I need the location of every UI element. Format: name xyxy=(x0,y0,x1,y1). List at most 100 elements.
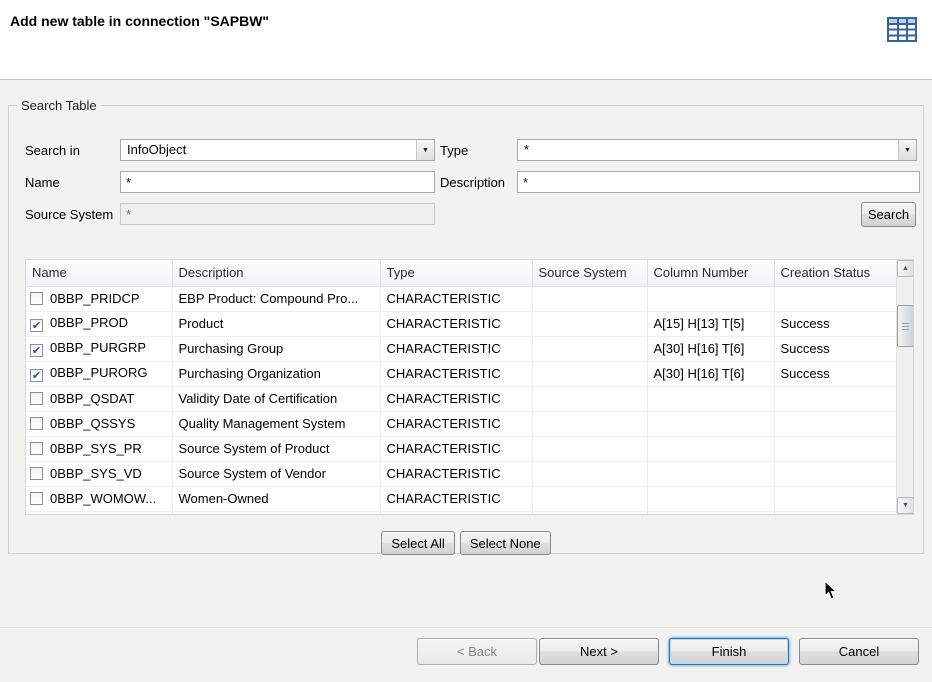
row-checkbox[interactable] xyxy=(30,417,43,430)
row-type: CHARACTERISTIC xyxy=(380,386,532,411)
row-source-system xyxy=(532,336,647,361)
row-name: 0BBP_WOMOW... xyxy=(50,491,156,506)
selection-buttons: Select All Select None xyxy=(9,531,923,555)
table-row[interactable]: ✔0BBP_PURGRP Purchasing Group CHARACTERI… xyxy=(26,336,896,361)
column-header-source-system[interactable]: Source System xyxy=(532,260,647,286)
row-column-number xyxy=(647,386,774,411)
row-checkbox[interactable] xyxy=(30,392,43,405)
finish-button[interactable]: Finish xyxy=(669,638,789,665)
column-header-description[interactable]: Description xyxy=(172,260,380,286)
column-header-creation-status[interactable]: Creation Status xyxy=(774,260,896,286)
row-checkbox[interactable]: ✔ xyxy=(30,369,43,382)
search-table-group: Search Table Search in InfoObject ▼ Type… xyxy=(8,98,924,554)
row-name: 0BBP_SYS_PR xyxy=(50,441,142,456)
table-row[interactable]: 0BBP_QSDAT Validity Date of Certificatio… xyxy=(26,386,896,411)
row-column-number: A[15] H[13] T[5] xyxy=(647,311,774,336)
row-name: 0BBP_SYS_VD xyxy=(50,466,142,481)
table-row[interactable]: ✔ 0BBP_PROD Product CHARACTERISTIC A[15] … xyxy=(26,311,896,336)
row-description: Product xyxy=(172,311,380,336)
table-row[interactable]: 0BBP_WOMOW... Women-Owned CHARACTERISTIC xyxy=(26,486,896,511)
table-row[interactable]: ✔ 0BBP_PURORG Purchasing Organization CHA… xyxy=(26,361,896,386)
row-source-system xyxy=(532,511,647,514)
row-checkbox[interactable] xyxy=(30,292,43,305)
search-button[interactable]: Search xyxy=(861,202,916,227)
table-row[interactable]: 0BBP_SYS_PR Source System of Product CHA… xyxy=(26,436,896,461)
row-creation-status xyxy=(774,436,896,461)
column-header-name[interactable]: Name xyxy=(26,260,172,286)
cancel-button[interactable]: Cancel xyxy=(799,638,919,665)
name-input[interactable] xyxy=(120,171,435,193)
scroll-up-icon[interactable]: ▲ xyxy=(897,260,914,277)
row-source-system xyxy=(532,411,647,436)
scrollbar-thumb[interactable] xyxy=(897,305,914,347)
search-in-label: Search in xyxy=(25,143,80,158)
row-checkbox[interactable] xyxy=(30,492,43,505)
row-creation-status: Success xyxy=(774,311,896,336)
table-row[interactable]: 0BBP_SYS_VD Source System of Vendor CHAR… xyxy=(26,461,896,486)
dialog-header: Add new table in connection "SAPBW" xyxy=(0,0,932,80)
chevron-down-icon[interactable]: ▼ xyxy=(898,140,916,160)
table-header-row: Name Description Type Source System Colu… xyxy=(26,260,896,286)
row-checkbox[interactable] xyxy=(30,467,43,480)
row-description xyxy=(172,511,380,514)
row-creation-status: Success xyxy=(774,336,896,361)
row-source-system xyxy=(532,486,647,511)
chevron-down-icon[interactable]: ▼ xyxy=(416,140,434,160)
row-column-number xyxy=(647,511,774,514)
table-row[interactable]: 0BBP_PRIDCP EBP Product: Compound Pro...… xyxy=(26,286,896,311)
row-column-number xyxy=(647,436,774,461)
description-label: Description xyxy=(440,175,505,190)
row-checkbox[interactable]: ✔ xyxy=(30,344,43,357)
row-creation-status xyxy=(774,286,896,311)
table-row[interactable] xyxy=(26,511,896,514)
row-source-system xyxy=(532,386,647,411)
row-description: Source System of Vendor xyxy=(172,461,380,486)
row-name: 0BBP_PURORG xyxy=(50,365,148,380)
row-description: Purchasing Group xyxy=(172,336,380,361)
search-in-dropdown[interactable]: InfoObject ▼ xyxy=(120,139,435,161)
select-all-button[interactable]: Select All xyxy=(381,531,454,555)
row-checkbox[interactable]: ✔ xyxy=(30,319,43,332)
vertical-scrollbar[interactable]: ▲ ▼ xyxy=(896,260,913,514)
footer-separator xyxy=(0,627,932,628)
row-name: 0BBP_PROD xyxy=(50,315,128,330)
column-header-type[interactable]: Type xyxy=(380,260,532,286)
row-type: CHARACTERISTIC xyxy=(380,336,532,361)
row-description: Quality Management System xyxy=(172,411,380,436)
type-label: Type xyxy=(440,143,468,158)
column-header-column-number[interactable]: Column Number xyxy=(647,260,774,286)
row-type: CHARACTERISTIC xyxy=(380,311,532,336)
back-button: < Back xyxy=(417,638,537,665)
select-none-button[interactable]: Select None xyxy=(460,531,551,555)
add-table-dialog: Add new table in connection "SAPBW" Sear… xyxy=(0,0,932,682)
row-column-number: A[30] H[16] T[6] xyxy=(647,361,774,386)
page-title: Add new table in connection "SAPBW" xyxy=(10,13,269,29)
row-checkbox[interactable] xyxy=(30,442,43,455)
results-table: Name Description Type Source System Colu… xyxy=(25,259,914,515)
row-creation-status xyxy=(774,486,896,511)
scroll-down-icon[interactable]: ▼ xyxy=(897,497,914,514)
source-system-input xyxy=(120,203,435,225)
table-row[interactable]: 0BBP_QSSYS Quality Management System CHA… xyxy=(26,411,896,436)
row-name: 0BBP_PRIDCP xyxy=(50,291,140,306)
description-input[interactable] xyxy=(517,171,920,193)
row-creation-status: Success xyxy=(774,361,896,386)
row-name: 0BBP_QSSYS xyxy=(50,416,135,431)
row-source-system xyxy=(532,436,647,461)
row-description: Purchasing Organization xyxy=(172,361,380,386)
type-value: * xyxy=(518,140,898,160)
search-in-value: InfoObject xyxy=(121,140,416,160)
row-description: EBP Product: Compound Pro... xyxy=(172,286,380,311)
name-label: Name xyxy=(25,175,60,190)
row-type: CHARACTERISTIC xyxy=(380,411,532,436)
row-source-system xyxy=(532,461,647,486)
row-description: Validity Date of Certification xyxy=(172,386,380,411)
source-system-label: Source System xyxy=(25,207,113,222)
type-dropdown[interactable]: * ▼ xyxy=(517,139,917,161)
row-creation-status xyxy=(774,461,896,486)
row-type: CHARACTERISTIC xyxy=(380,486,532,511)
next-button[interactable]: Next > xyxy=(539,638,659,665)
row-type: CHARACTERISTIC xyxy=(380,361,532,386)
row-column-number xyxy=(647,286,774,311)
row-source-system xyxy=(532,311,647,336)
